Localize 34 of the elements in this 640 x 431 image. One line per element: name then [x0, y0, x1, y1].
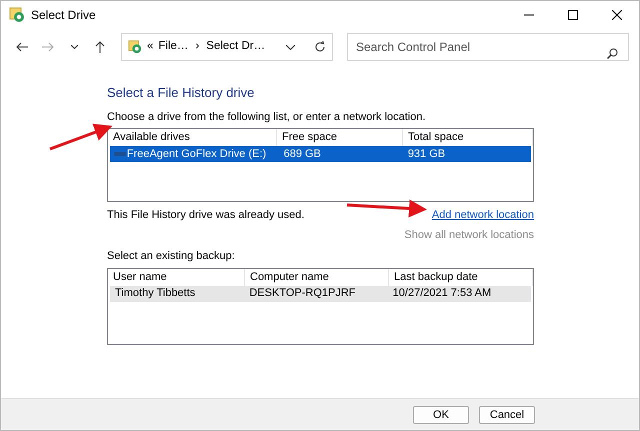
back-icon[interactable]: [16, 42, 28, 52]
search-icon[interactable]: [607, 48, 618, 59]
list-cell-text: Timothy Tibbetts: [114, 286, 196, 302]
caret-icon[interactable]: [70, 45, 78, 49]
up-icon[interactable]: [95, 41, 105, 53]
list-cell-text: DESKTOP-RQ1PJRF: [248, 286, 357, 302]
maximize-icon[interactable]: [568, 10, 578, 20]
list-cell-text: 689 GB: [282, 146, 322, 162]
control-panel-icon: [9, 7, 25, 23]
refresh-icon[interactable]: [314, 41, 326, 53]
status-text: This File History drive was already used.: [107, 208, 304, 223]
breadcrumb[interactable]: File…: [158, 38, 188, 56]
dropdown-icon[interactable]: [286, 44, 295, 50]
annotation-arrow: [49, 124, 112, 150]
control-panel-icon: [128, 40, 142, 54]
backup-label: Select an existing backup:: [107, 249, 236, 264]
list-row[interactable]: Timothy Tibbetts DESKTOP-RQ1PJRF 10/27/2021 7:53 AM: [110, 286, 531, 302]
address-bar[interactable]: « File… › Select Dr…: [121, 33, 333, 61]
breadcrumb-separator: ›: [195, 39, 200, 54]
window-title: Select Drive: [31, 7, 96, 24]
list-cell-text: 10/27/2021 7:53 AM: [392, 286, 492, 302]
description-text: Choose a drive from the following list, or enter a network location.: [107, 110, 427, 124]
list-cell-text: 931 GB: [406, 146, 446, 162]
link[interactable]: Add network location: [432, 207, 534, 224]
close-icon[interactable]: [612, 10, 622, 20]
dialog-button[interactable]: OK: [413, 406, 469, 424]
drive-icon: [114, 151, 126, 157]
list-cell-text: FreeAgent GoFlex Drive (E:): [126, 146, 268, 162]
search-field[interactable]: Search Control Panel: [347, 33, 629, 61]
dialog-button[interactable]: Cancel: [479, 406, 535, 424]
heading: Select a File History drive: [107, 84, 256, 102]
list-row[interactable]: FreeAgent GoFlex Drive (E:) 689 GB 931 GB: [110, 146, 531, 162]
overflow-chevron[interactable]: «: [147, 38, 154, 56]
breadcrumb[interactable]: Select Dr…: [206, 38, 266, 56]
